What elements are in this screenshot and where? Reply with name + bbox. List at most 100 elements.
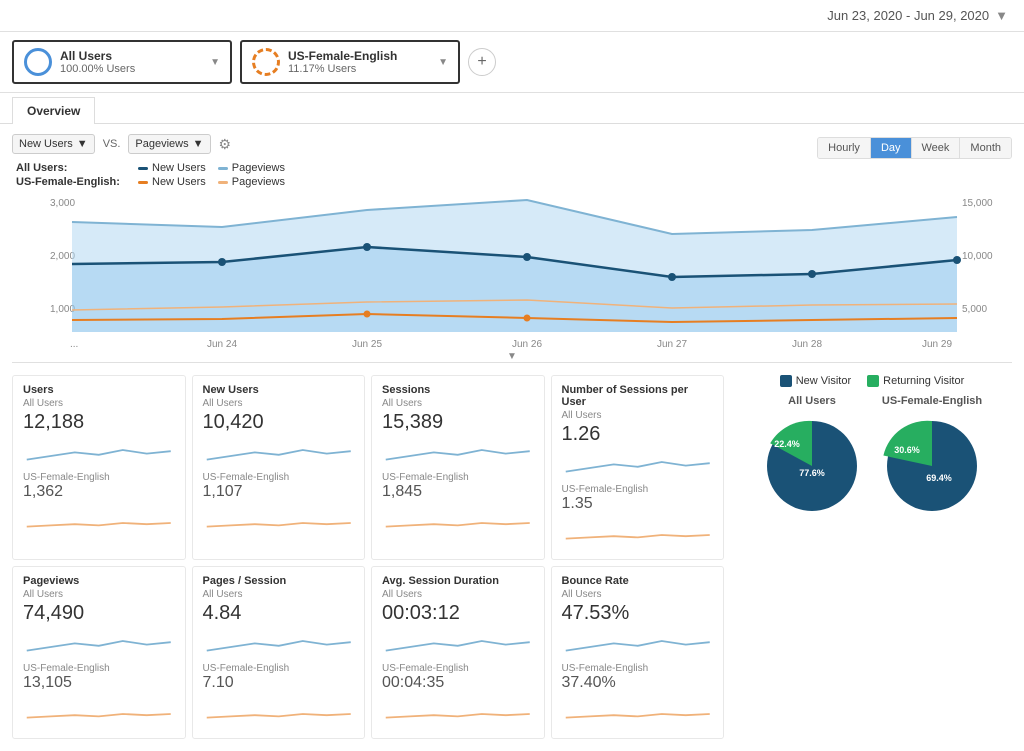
metric-segment-label: All Users [562,589,714,600]
new-users-dot [138,167,148,170]
chart-area: 3,000 2,000 1,000 15,000 10,000 5,000 ..… [12,192,1012,362]
metric-segment2-label: US-Female-English [203,663,355,674]
mini-chart-segment [562,696,714,726]
tabs-row: Overview [0,93,1024,124]
segment-name: All Users [60,49,202,63]
metric-title: Pages / Session [203,575,355,587]
segment-pie-chart: 69.4% 30.6% [877,411,987,521]
metric1-label: New Users [19,138,73,150]
mini-chart-all-users [562,450,714,480]
metric-segment-value: 13,105 [23,674,175,692]
metric-all-users-value: 15,389 [382,411,534,434]
mini-chart-segment [562,517,714,547]
chevron-down-icon: ▼ [995,8,1008,23]
segment-new-users-dot [138,181,148,184]
add-segment-button[interactable]: + [468,48,496,76]
new-visitor-label: New Visitor [796,375,851,387]
pie-section: New Visitor Returning Visitor All Users … [732,375,1012,739]
metric-segment2-label: US-Female-English [23,472,175,483]
month-button[interactable]: Month [960,138,1011,158]
segment-legend-label: US-Female-English: [16,176,126,188]
svg-text:22.4%: 22.4% [774,439,800,449]
time-buttons-group: Hourly Day Week Month [817,137,1012,159]
all-users-legend: All Users: New Users Pageviews US-Female… [16,162,285,188]
segment-new-users-text: New Users [152,176,206,188]
segment-icon [252,48,280,76]
svg-text:5,000: 5,000 [962,304,987,315]
mini-chart-all-users [382,629,534,659]
svg-text:Jun 28: Jun 28 [792,339,822,350]
header: Jun 23, 2020 - Jun 29, 2020 ▼ [0,0,1024,32]
dropdown-arrow-icon: ▼ [77,138,88,150]
pageviews-legend-item: Pageviews [218,162,285,174]
metric-all-users-value: 4.84 [203,602,355,625]
metric-card: New Users All Users 10,420 US-Female-Eng… [192,375,366,560]
svg-text:1,000: 1,000 [50,304,75,315]
metric-card: Pages / Session All Users 4.84 US-Female… [192,566,366,739]
segment-pie-label: US-Female-English [882,395,982,407]
metrics-section: Users All Users 12,188 US-Female-English… [0,363,1024,751]
svg-text:Jun 24: Jun 24 [207,339,237,350]
chart-expand-icon[interactable]: ▼ [12,351,1012,362]
svg-text:77.6%: 77.6% [799,468,825,478]
segment-new-users-legend: New Users [138,176,206,188]
day-button[interactable]: Day [871,138,912,158]
svg-text:Jun 27: Jun 27 [657,339,687,350]
returning-visitor-dot [867,375,879,387]
svg-text:15,000: 15,000 [962,198,993,209]
dropdown-arrow-icon: ▼ [193,138,204,150]
metric-segment2-label: US-Female-English [382,663,534,674]
returning-visitor-legend: Returning Visitor [867,375,964,387]
chevron-down-icon: ▼ [438,57,448,68]
metric-segment-value: 1,362 [23,483,175,501]
segment-info: All Users 100.00% Users [60,49,202,75]
segment-pageviews-legend: Pageviews [218,176,285,188]
segment-all-users[interactable]: All Users 100.00% Users ▼ [12,40,232,84]
metric2-label: Pageviews [135,138,188,150]
all-users-pie-wrap: All Users 77.6% 22.4% [757,395,867,521]
metric-segment-value: 37.40% [562,674,714,692]
hourly-button[interactable]: Hourly [818,138,871,158]
metric-segment-label: All Users [23,398,175,409]
segment-pct: 11.17% Users [288,63,430,75]
metric1-select[interactable]: New Users ▼ [12,134,95,154]
svg-text:Jun 25: Jun 25 [352,339,382,350]
metric-segment-label: All Users [23,589,175,600]
metric-title: Pageviews [23,575,175,587]
segment-pageviews-dot [218,181,228,184]
metric-all-users-value: 47.53% [562,602,714,625]
week-button[interactable]: Week [912,138,961,158]
segment-pageviews-text: Pageviews [232,176,285,188]
pageviews-dot [218,167,228,170]
metric-title: New Users [203,384,355,396]
metric-all-users-value: 10,420 [203,411,355,434]
svg-text:2,000: 2,000 [50,251,75,262]
metric2-select[interactable]: Pageviews ▼ [128,134,210,154]
segment-name: US-Female-English [288,49,430,63]
mini-chart-segment [382,505,534,535]
mini-chart-all-users [382,438,534,468]
metric-card: Bounce Rate All Users 47.53% US-Female-E… [551,566,725,739]
segment-pct: 100.00% Users [60,63,202,75]
metric-card: Avg. Session Duration All Users 00:03:12… [371,566,545,739]
metric-segment-value: 1.35 [562,495,714,513]
metric-segment-value: 00:04:35 [382,674,534,692]
svg-text:Jun 26: Jun 26 [512,339,542,350]
svg-text:...: ... [70,339,78,350]
metric-segment-value: 1,845 [382,483,534,501]
svg-text:10,000: 10,000 [962,251,993,262]
date-range-text: Jun 23, 2020 - Jun 29, 2020 [827,8,989,23]
new-users-legend-text: New Users [152,162,206,174]
date-range[interactable]: Jun 23, 2020 - Jun 29, 2020 ▼ [827,8,1008,23]
mini-chart-all-users [23,629,175,659]
all-users-legend-label: All Users: [16,162,126,174]
chart-legend: All Users: New Users Pageviews US-Female… [16,162,1012,188]
metric-segment-label: All Users [382,589,534,600]
mini-chart-segment [382,696,534,726]
tab-overview[interactable]: Overview [12,97,95,124]
settings-icon[interactable]: ⚙ [219,136,232,153]
pie-legend: New Visitor Returning Visitor [780,375,965,387]
metric-all-users-value: 74,490 [23,602,175,625]
segment-us-female[interactable]: US-Female-English 11.17% Users ▼ [240,40,460,84]
metric-title: Users [23,384,175,396]
